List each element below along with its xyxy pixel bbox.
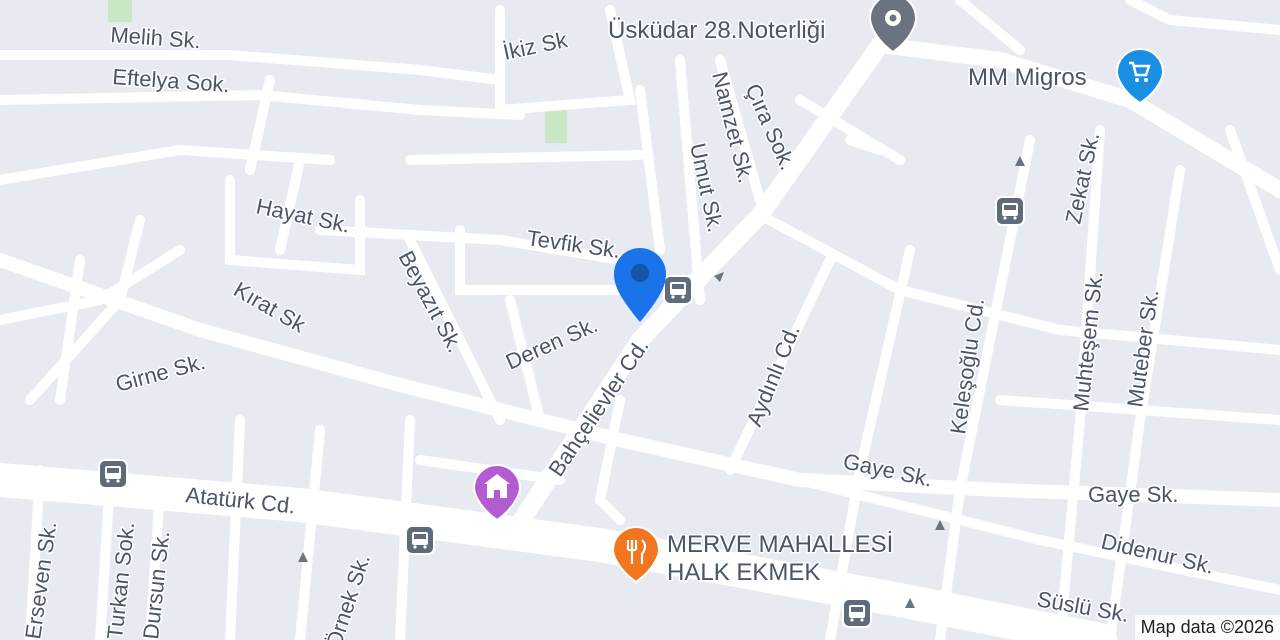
bus-icon[interactable]	[663, 275, 693, 305]
poi-halk-ekmek-label-1: MERVE MAHALLESİ	[667, 531, 893, 558]
bus-icon[interactable]	[995, 196, 1025, 226]
shopping-cart-icon	[1115, 48, 1165, 105]
poi-noterlik-label: Üsküdar 28.Noterliği	[608, 17, 825, 44]
bus-icon[interactable]	[98, 459, 128, 489]
poi-migros-label: MM Migros	[968, 64, 1087, 91]
poi-migros[interactable]: MM Migros	[967, 48, 1165, 105]
poi-halk-ekmek-label-2: HALK EKMEK	[667, 559, 820, 586]
poi-landmark[interactable]	[472, 464, 522, 522]
location-pin-icon	[868, 0, 918, 54]
poi-halk-ekmek[interactable]: MERVE MAHALLESİ HALK EKMEK	[611, 526, 895, 588]
poi-layer: Üsküdar 28.Noterliği MM Migros MERVE MAH…	[98, 0, 1165, 628]
restaurant-icon	[611, 526, 661, 584]
bus-icon[interactable]	[405, 525, 435, 555]
poi-noterlik[interactable]: Üsküdar 28.Noterliği	[607, 0, 918, 54]
map-attribution: Map data ©2026	[1134, 615, 1280, 640]
map-canvas[interactable]: Melih Sk. Eftelya Sok. İkiz Sk Hayat Sk.…	[0, 0, 1280, 640]
bus-icon[interactable]	[842, 598, 872, 628]
location-marker-icon[interactable]	[614, 248, 666, 322]
government-building-icon	[472, 464, 522, 522]
